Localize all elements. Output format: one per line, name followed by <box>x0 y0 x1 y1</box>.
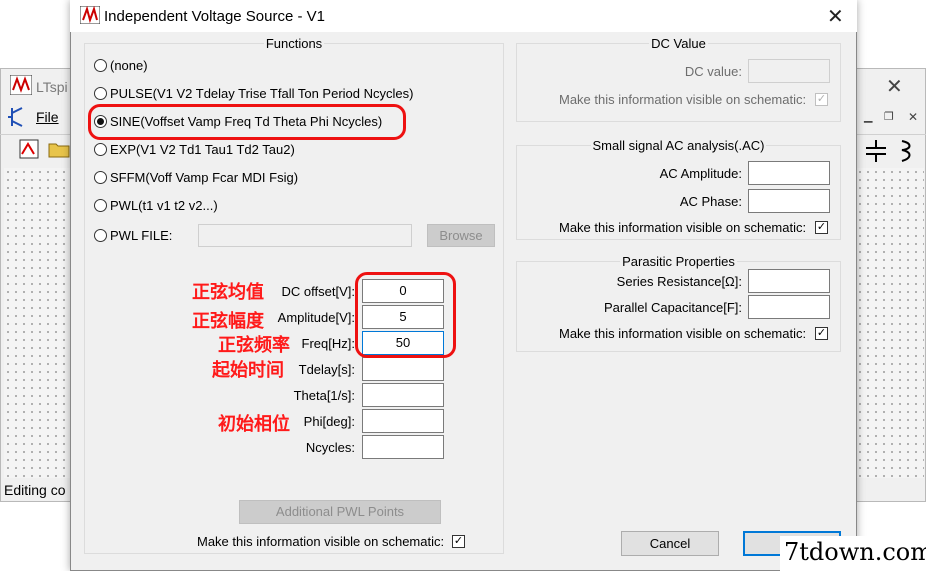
ac-visible-checkbox[interactable]: ✓ <box>815 221 828 234</box>
tdelay-input[interactable] <box>362 357 444 381</box>
series-resistance-input[interactable] <box>748 269 830 293</box>
new-schematic-icon[interactable] <box>18 138 40 163</box>
radio-sffm[interactable]: SFFM(Voff Vamp Fcar MDI Fsig) <box>94 170 298 185</box>
ac-amplitude-label: AC Amplitude: <box>659 166 742 181</box>
mdi-minimize-icon[interactable]: ▁ <box>864 110 872 123</box>
dialog-close-icon[interactable]: ✕ <box>827 4 844 29</box>
parasitic-visible-label: Make this information visible on schemat… <box>559 326 807 341</box>
toolbar-divider <box>0 134 70 135</box>
mdi-restore-icon[interactable]: ❐ <box>884 110 894 123</box>
dc-offset-label: DC offset[V]: <box>281 284 355 299</box>
parallel-capacitance-label: Parallel Capacitance[F]: <box>603 300 742 315</box>
dc-visible-label: Make this information visible on schemat… <box>559 92 807 107</box>
radio-sffm-label: SFFM(Voff Vamp Fcar MDI Fsig) <box>110 170 299 185</box>
watermark-text: 7tdown.com <box>784 538 926 566</box>
radio-pwl-file-circle[interactable] <box>94 229 107 242</box>
theta-input[interactable] <box>362 383 444 407</box>
menu-file[interactable]: File <box>36 109 59 125</box>
open-folder-icon[interactable] <box>48 140 70 161</box>
parasitic-visible-checkbox[interactable]: ✓ <box>815 327 828 340</box>
ac-phase-input[interactable] <box>748 189 830 213</box>
theta-label: Theta[1/s]: <box>293 388 355 403</box>
radio-sffm-circle[interactable] <box>94 171 107 184</box>
transistor-icon <box>8 106 28 131</box>
annotation-phi: 初始相位 <box>218 414 290 434</box>
dialog-title: Independent Voltage Source - V1 <box>104 8 326 25</box>
amplitude-label: Amplitude[V]: <box>277 310 355 325</box>
radio-pulse[interactable]: PULSE(V1 V2 Tdelay Trise Tfall Ton Perio… <box>94 86 413 101</box>
ncycles-input[interactable] <box>362 435 444 459</box>
radio-pwl-circle[interactable] <box>94 199 107 212</box>
dialog-logo-icon <box>79 5 101 27</box>
radio-pulse-label: PULSE(V1 V2 Tdelay Trise Tfall Ton Perio… <box>110 86 414 101</box>
ltspice-close-icon[interactable]: ✕ <box>886 74 903 99</box>
annotation-dc-offset: 正弦均值 <box>192 282 264 302</box>
mdi-close-icon[interactable]: ✕ <box>908 110 918 124</box>
dc-value-legend: DC Value <box>651 36 706 51</box>
radio-exp[interactable]: EXP(V1 V2 Td1 Tau1 Td2 Tau2) <box>94 142 295 157</box>
radio-none[interactable]: (none) <box>94 58 148 73</box>
radio-none-label: (none) <box>110 58 148 73</box>
radio-exp-circle[interactable] <box>94 143 107 156</box>
radio-pwl-label: PWL(t1 v1 t2 v2...) <box>110 198 218 213</box>
sine-highlight-box <box>88 104 406 140</box>
radio-pwl-file-label: PWL FILE: <box>110 228 173 243</box>
radio-exp-label: EXP(V1 V2 Td1 Tau1 Td2 Tau2) <box>110 142 295 157</box>
dc-visible-checkbox: ✓ <box>815 93 828 106</box>
annotation-freq: 正弦频率 <box>218 335 290 355</box>
radio-pwl-file[interactable]: PWL FILE: <box>94 228 172 243</box>
ncycles-label: Ncycles: <box>305 440 355 455</box>
functions-visible-checkbox[interactable]: ✓ <box>452 535 465 548</box>
radio-pwl[interactable]: PWL(t1 v1 t2 v2...) <box>94 198 218 213</box>
ac-amplitude-input[interactable] <box>748 161 830 185</box>
dc-value-input <box>748 59 830 83</box>
ltspice-window-title: LTspi <box>36 79 68 95</box>
pwl-file-input <box>198 224 412 247</box>
inductor-icon[interactable] <box>900 140 914 165</box>
schematic-canvas-right[interactable] <box>856 168 924 478</box>
ac-phase-label: AC Phase: <box>679 194 742 209</box>
parallel-capacitance-input[interactable] <box>748 295 830 319</box>
ac-visible-label: Make this information visible on schemat… <box>559 220 807 235</box>
parasitic-legend: Parasitic Properties <box>622 254 735 269</box>
ltspice-logo-icon <box>9 74 33 98</box>
radio-none-circle[interactable] <box>94 59 107 72</box>
small-signal-legend: Small signal AC analysis(.AC) <box>592 138 765 153</box>
functions-visible-label: Make this information visible on schemat… <box>197 534 445 549</box>
functions-legend: Functions <box>265 36 323 51</box>
capacitor-icon[interactable] <box>866 140 886 165</box>
phi-input[interactable] <box>362 409 444 433</box>
series-resistance-label: Series Resistance[Ω]: <box>616 274 742 289</box>
annotation-amplitude: 正弦幅度 <box>192 311 264 331</box>
schematic-canvas[interactable] <box>4 168 72 478</box>
cancel-button[interactable]: Cancel <box>621 531 719 556</box>
annotation-tdelay: 起始时间 <box>212 360 284 380</box>
status-bar-text: Editing co <box>4 482 66 498</box>
toolbar-divider-right <box>856 134 926 135</box>
radio-pulse-circle[interactable] <box>94 87 107 100</box>
params-highlight-box <box>355 272 456 358</box>
additional-pwl-button: Additional PWL Points <box>239 500 441 524</box>
browse-button: Browse <box>427 224 495 247</box>
dc-value-label: DC value: <box>684 64 742 79</box>
